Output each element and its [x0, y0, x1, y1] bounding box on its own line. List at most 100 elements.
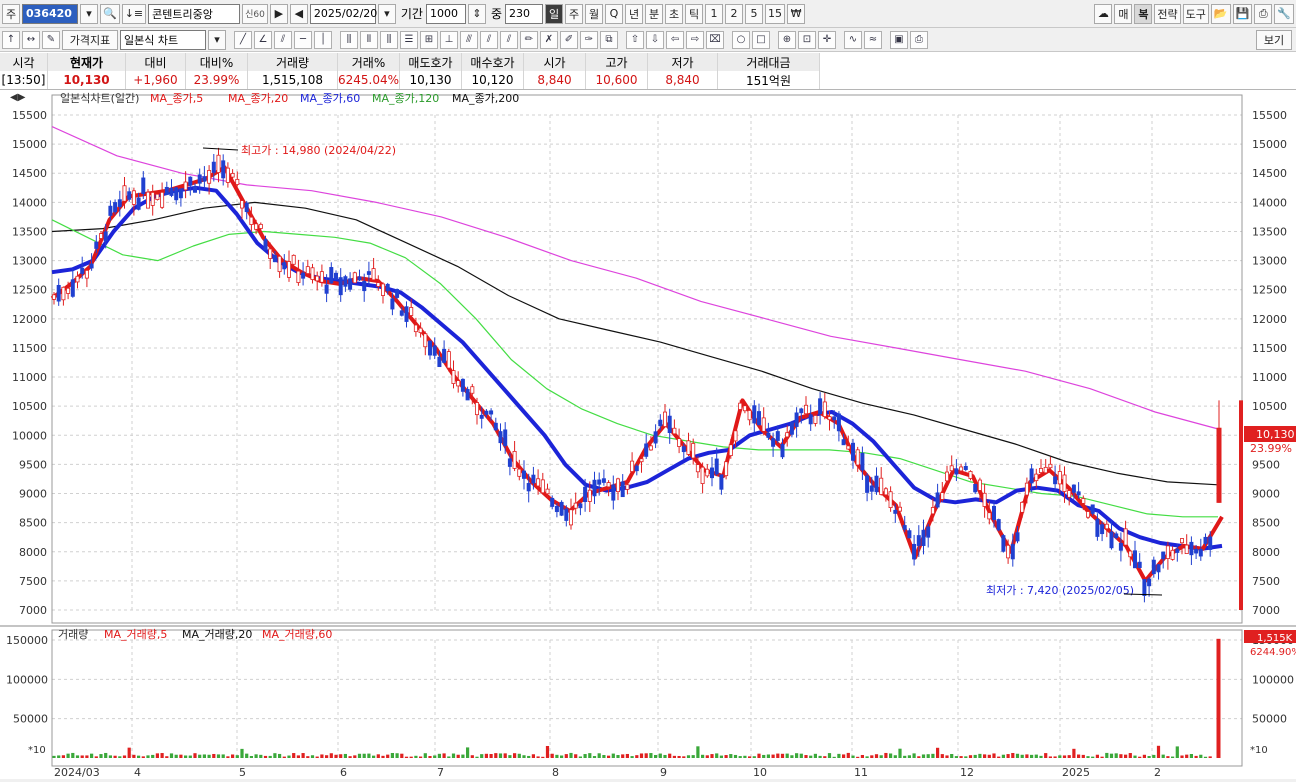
volume-bar [1100, 756, 1104, 758]
trendline-icon[interactable]: ╱ [234, 30, 252, 49]
volume-bar [296, 755, 300, 758]
volume-bar [921, 754, 926, 758]
grid-icon-2[interactable]: ⦀ [360, 30, 378, 49]
compound-button[interactable]: 복 [1134, 3, 1153, 24]
wrench-icon[interactable]: 🔧 [1274, 3, 1294, 24]
candle-body [775, 431, 780, 441]
chart-area[interactable]: 7000 7000 7500 7500 8000 8000 8500 8500 9000 9000… [0, 90, 1296, 779]
stock-name-field[interactable]: 콘텐트리중앙 [148, 3, 241, 24]
strategy-button[interactable]: 전략 [1154, 3, 1181, 24]
interval-quarter-button[interactable]: Q [605, 3, 624, 24]
period-input[interactable]: 1000 [425, 3, 466, 24]
eraser-icon[interactable]: ✗ [540, 30, 558, 49]
candle-body [329, 267, 334, 284]
chart-type-dropdown[interactable]: ▾ [208, 29, 226, 50]
angle-icon[interactable]: ∠ [254, 30, 272, 49]
ma120-line [51, 201, 1219, 486]
cloud-icon[interactable]: ☁ [1094, 3, 1113, 24]
save-icon[interactable]: 💾 [1232, 3, 1253, 24]
down-arrow-icon[interactable]: ⇩ [646, 30, 664, 49]
fan-icon[interactable]: ⫽ [274, 30, 292, 49]
currency-button[interactable]: ₩ [787, 3, 806, 24]
candle-body [883, 488, 888, 496]
zoom-icon[interactable]: ⊕ [778, 30, 796, 49]
fork-icon[interactable]: ⊥ [440, 30, 458, 49]
interval-5-button[interactable]: 5 [745, 3, 764, 24]
rect-icon[interactable]: □ [752, 30, 770, 49]
parallel-icon[interactable]: ⫽ [480, 30, 498, 49]
interval-1-button[interactable]: 1 [705, 3, 724, 24]
interval-minute-button[interactable]: 분 [645, 3, 664, 24]
circle-icon[interactable]: ○ [732, 30, 750, 49]
volume-bar [207, 754, 211, 758]
candle-body [1053, 476, 1058, 485]
search-icon[interactable]: 🔍 [100, 3, 120, 24]
date-dropdown-button[interactable]: ▾ [377, 3, 396, 24]
left-arrow-icon[interactable]: ⇦ [666, 30, 684, 49]
candle-body [277, 255, 282, 273]
price-indicator-button[interactable]: 가격지표 [62, 29, 118, 50]
candle-body [211, 161, 216, 173]
edit-icon[interactable]: ✎ [42, 30, 60, 49]
market-mode-button[interactable]: 주 [2, 3, 20, 24]
sort-icon[interactable]: ↓≡ [121, 3, 147, 24]
interval-month-button[interactable]: 월 [585, 3, 604, 24]
volume-bar [494, 753, 498, 758]
grid-icon-1[interactable]: ⫼ [340, 30, 358, 49]
code-dropdown-button[interactable]: ▾ [80, 3, 98, 24]
period-spin-icon[interactable]: ⇕ [467, 3, 486, 24]
price-volume-chart[interactable]: 7000 7000 7500 7500 8000 8000 8500 8500 9000 9000… [0, 90, 1296, 779]
interval-2-button[interactable]: 2 [725, 3, 744, 24]
view-button[interactable]: 보기 [1256, 29, 1292, 50]
copy-icon[interactable]: ⧉ [600, 30, 618, 49]
interval-week-button[interactable]: 주 [565, 3, 584, 24]
quote-table: 시각 현재가 대비 대비% 거래량 거래% 매도호가 매수호가 시가 고가 저가… [0, 52, 1296, 90]
interval-second-button[interactable]: 초 [665, 3, 684, 24]
candle-body [771, 438, 776, 447]
grid-icon-4[interactable]: ☰ [400, 30, 418, 49]
arrow-up-icon[interactable]: ↑ [2, 30, 20, 49]
interval-year-button[interactable]: 년 [625, 3, 644, 24]
image-icon[interactable]: ▣ [890, 30, 908, 49]
volume-bar [470, 755, 474, 758]
next-stock-button[interactable]: ▶ [269, 3, 288, 24]
wave-icon-2[interactable]: ≈ [864, 30, 882, 49]
open-folder-icon[interactable]: 📂 [1210, 3, 1231, 24]
channel-icon[interactable]: ⫻ [460, 30, 478, 49]
interval-15-button[interactable]: 15 [765, 3, 786, 24]
arrow-leftright-icon[interactable]: ↔ [22, 30, 40, 49]
date-input[interactable]: 2025/02/20 [309, 3, 377, 24]
label-icon[interactable]: ⌧ [706, 30, 724, 49]
wave-icon[interactable]: ∿ [844, 30, 862, 49]
stock-code-input[interactable]: 036420 [22, 3, 78, 24]
hline-icon[interactable]: ─ [294, 30, 312, 49]
buy-button[interactable]: 매 [1114, 3, 1133, 24]
interval-tick-button[interactable]: 틱 [685, 3, 704, 24]
crosshair-icon[interactable]: ✛ [818, 30, 836, 49]
overlap-input[interactable]: 230 [505, 3, 544, 24]
export-icon[interactable]: ⎙ [910, 30, 928, 49]
volume-bar [677, 755, 681, 758]
candle-body [507, 458, 512, 467]
note-icon[interactable]: ✑ [580, 30, 598, 49]
up-arrow-icon[interactable]: ⇧ [626, 30, 644, 49]
zoom-area-icon[interactable]: ⊡ [798, 30, 816, 49]
volume-bar [503, 753, 507, 758]
candle-body [357, 276, 362, 281]
parallel-icon-2[interactable]: ⫽ [500, 30, 518, 49]
prev-stock-button[interactable]: ◀ [289, 3, 308, 24]
tools-button[interactable]: 도구 [1182, 3, 1209, 24]
legend-title: 일본식차트(일간) [60, 91, 139, 105]
volume-bar [1077, 754, 1081, 758]
print-icon[interactable]: ⎙ [1254, 3, 1273, 24]
pencil-icon[interactable]: ✏ [520, 30, 538, 49]
vline-icon[interactable]: │ [314, 30, 332, 49]
paint-icon[interactable]: ✐ [560, 30, 578, 49]
interval-day-button[interactable]: 일 [545, 3, 564, 24]
grid-icon-5[interactable]: ⊞ [420, 30, 438, 49]
volume-bar [672, 755, 676, 758]
grid-icon-3[interactable]: ⫼ [380, 30, 398, 49]
scroll-arrows-icon[interactable]: ◀▶ [10, 92, 26, 103]
right-arrow-icon[interactable]: ⇨ [686, 30, 704, 49]
chart-type-select[interactable]: 일본식 차트 [120, 29, 206, 50]
